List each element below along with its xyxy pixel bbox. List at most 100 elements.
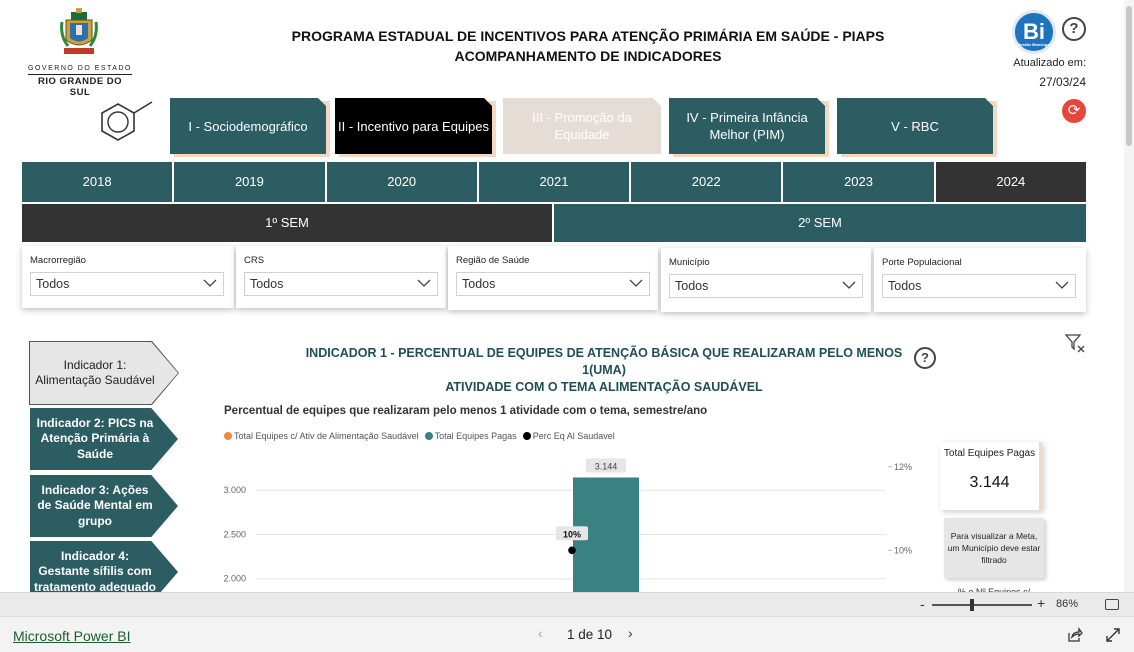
legend-dot — [522, 432, 531, 440]
next-page-button[interactable]: › — [628, 625, 633, 641]
indicator-title: INDICADOR 1 - PERCENTUAL DE EQUIPES DE A… — [290, 345, 918, 396]
bar-data-label: 3.144 — [595, 462, 618, 472]
zoom-slider[interactable] — [932, 604, 1032, 606]
filter-label: Região de Saúde — [456, 255, 530, 266]
filter-label: CRS — [244, 255, 265, 266]
legend-item[interactable]: Total Equipes c/ Ativ de Alimentação Sau… — [224, 431, 419, 441]
legend-item[interactable]: Total Equipes Pagas — [424, 431, 517, 441]
help-icon[interactable]: ? — [1062, 17, 1086, 41]
filter-label: Macrorregião — [30, 255, 86, 266]
tab-incentivo-equipes[interactable]: II - Incentivo para Equipes — [335, 98, 492, 154]
powerbi-link[interactable]: Microsoft Power BI — [13, 628, 130, 644]
chart-legend: Total Equipes c/ Ativ de Alimentação Sau… — [224, 431, 615, 441]
semester-2[interactable]: 2º SEM — [554, 204, 1086, 242]
filter-label: Município — [669, 257, 710, 268]
chevron-down-icon — [203, 279, 217, 287]
dropdown-value: Todos — [36, 277, 70, 291]
updated-date: 27/03/24 — [1039, 75, 1086, 89]
filter-label: Porte Populacional — [882, 257, 962, 268]
regiao-saude-dropdown[interactable]: Todos — [456, 272, 650, 296]
zoom-level: 86% — [1056, 598, 1079, 610]
year-2018[interactable]: 2018 — [22, 162, 175, 202]
point-data-label: 10% — [563, 529, 581, 539]
filter-crs: CRS Todos — [236, 246, 446, 308]
zoom-bar: - + 86% — [0, 592, 1134, 616]
tab-label: I - Sociodemográfico — [188, 118, 308, 134]
gov-line2: RIO GRANDE DO SUL — [28, 74, 132, 98]
macrorregiao-dropdown[interactable]: Todos — [30, 272, 224, 296]
bi-gestao-badge[interactable]: Bi Gestão Municipal — [1012, 10, 1056, 54]
refresh-icon[interactable]: ⟳ — [1062, 99, 1086, 123]
y2-tick-label: 10% — [894, 545, 912, 555]
chart-title: Percentual de equipes que realizaram pel… — [224, 405, 708, 417]
dropdown-value: Todos — [675, 279, 709, 293]
year-2023[interactable]: 2023 — [783, 162, 936, 202]
tab-primeira-infancia[interactable]: IV - Primeira Infância Melhor (PIM) — [669, 98, 825, 154]
bi-badge-subtext: Gestão Municipal — [1017, 42, 1051, 47]
tab-sociodemografico[interactable]: I - Sociodemográfico — [170, 98, 326, 154]
filter-porte-populacional: Porte Populacional Todos — [874, 248, 1086, 312]
year-2019[interactable]: 2019 — [174, 162, 327, 202]
zoom-out-button[interactable]: - — [920, 596, 925, 612]
year-2022[interactable]: 2022 — [631, 162, 784, 202]
tab-label: IV - Primeira Infância Melhor (PIM) — [686, 110, 808, 142]
indicator-4-button[interactable]: Indicador 4: Gestante sífilis com tratam… — [30, 541, 178, 592]
zoom-slider-thumb[interactable] — [970, 599, 974, 611]
year-2024[interactable]: 2024 — [935, 162, 1086, 202]
indicator-label: Indicador 1: Alimentação Saudável — [35, 357, 155, 388]
y2-tick-label: 12% — [894, 462, 912, 472]
chevron-down-icon — [629, 279, 643, 287]
tab-label: III - Promoção da Equidade — [532, 110, 632, 142]
indicator-title-line1: INDICADOR 1 - PERCENTUAL DE EQUIPES DE A… — [305, 346, 903, 377]
porte-populacional-dropdown[interactable]: Todos — [882, 274, 1076, 298]
meta-note: Para visualizar a Meta, um Município dev… — [944, 518, 1044, 578]
indicator-title-line2: ATIVIDADE COM O TEMA ALIMENTAÇÃO SAUDÁVE… — [445, 380, 763, 394]
clear-filters-icon[interactable] — [1064, 332, 1086, 354]
indicator-label: Indicador 4: Gestante sífilis com tratam… — [34, 548, 157, 592]
meta-card-cut: % e Nº Equipes c/ — [957, 587, 1031, 592]
filter-municipio: Município Todos — [661, 248, 871, 312]
dropdown-value: Todos — [250, 277, 284, 291]
legend-item[interactable]: Perc Eq Al Saudavel — [522, 431, 615, 441]
legend-dot — [224, 432, 232, 440]
vertical-scrollbar[interactable] — [1124, 0, 1134, 592]
indicator-help-icon[interactable]: ? — [914, 347, 936, 369]
filter-regiao-saude: Região de Saúde Todos — [448, 246, 658, 310]
y-tick-label: 2.000 — [223, 574, 246, 584]
title-line1: PROGRAMA ESTADUAL DE INCENTIVOS PARA ATE… — [291, 28, 885, 44]
municipio-dropdown[interactable]: Todos — [669, 274, 863, 298]
chevron-down-icon — [417, 279, 431, 287]
fullscreen-icon[interactable] — [1105, 627, 1121, 643]
previous-page-button[interactable]: ‹ — [538, 625, 543, 641]
state-logo: GOVERNO DO ESTADO RIO GRANDE DO SUL — [28, 8, 132, 98]
crs-dropdown[interactable]: Todos — [244, 272, 438, 296]
semester-slicer: 1º SEM 2º SEM — [22, 204, 1086, 242]
legend-label: Perc Eq Al Saudavel — [532, 431, 615, 441]
zoom-in-button[interactable]: + — [1037, 595, 1045, 611]
page-indicator: 1 de 10 — [567, 627, 613, 642]
tab-label: V - RBC — [891, 118, 939, 134]
indicator-1-button[interactable]: Indicador 1: Alimentação Saudável — [30, 342, 178, 404]
legend-dot — [424, 432, 433, 440]
bi-badge-text: Bi — [1023, 19, 1045, 44]
share-icon[interactable] — [1067, 627, 1083, 643]
fit-to-page-icon[interactable] — [1105, 599, 1119, 610]
tab-label: II - Incentivo para Equipes — [337, 118, 490, 134]
line-point — [568, 546, 576, 555]
tab-rbc[interactable]: V - RBC — [837, 98, 993, 154]
dropdown-value: Todos — [888, 279, 922, 293]
tab-promocao-equidade[interactable]: III - Promoção da Equidade — [503, 98, 661, 154]
year-2020[interactable]: 2020 — [326, 162, 479, 202]
dropdown-value: Todos — [462, 277, 496, 291]
indicator-3-button[interactable]: Indicador 3: Ações de Saúde Mental em gr… — [30, 475, 178, 537]
semester-1[interactable]: 1º SEM — [22, 204, 554, 242]
legend-label: Total Equipes Pagas — [434, 431, 517, 441]
year-2021[interactable]: 2021 — [478, 162, 632, 202]
updated-label: Atualizado em: — [1013, 57, 1086, 69]
page-title: PROGRAMA ESTADUAL DE INCENTIVOS PARA ATE… — [250, 26, 926, 66]
indicator-2-button[interactable]: Indicador 2: PICS na Atenção Primária à … — [30, 408, 178, 470]
powerbi-footer: Microsoft Power BI ‹ 1 de 10 › — [0, 616, 1134, 652]
chevron-down-icon — [1055, 281, 1069, 289]
y-tick-label: 3.000 — [223, 485, 246, 495]
scrollbar-thumb[interactable] — [1126, 6, 1132, 146]
